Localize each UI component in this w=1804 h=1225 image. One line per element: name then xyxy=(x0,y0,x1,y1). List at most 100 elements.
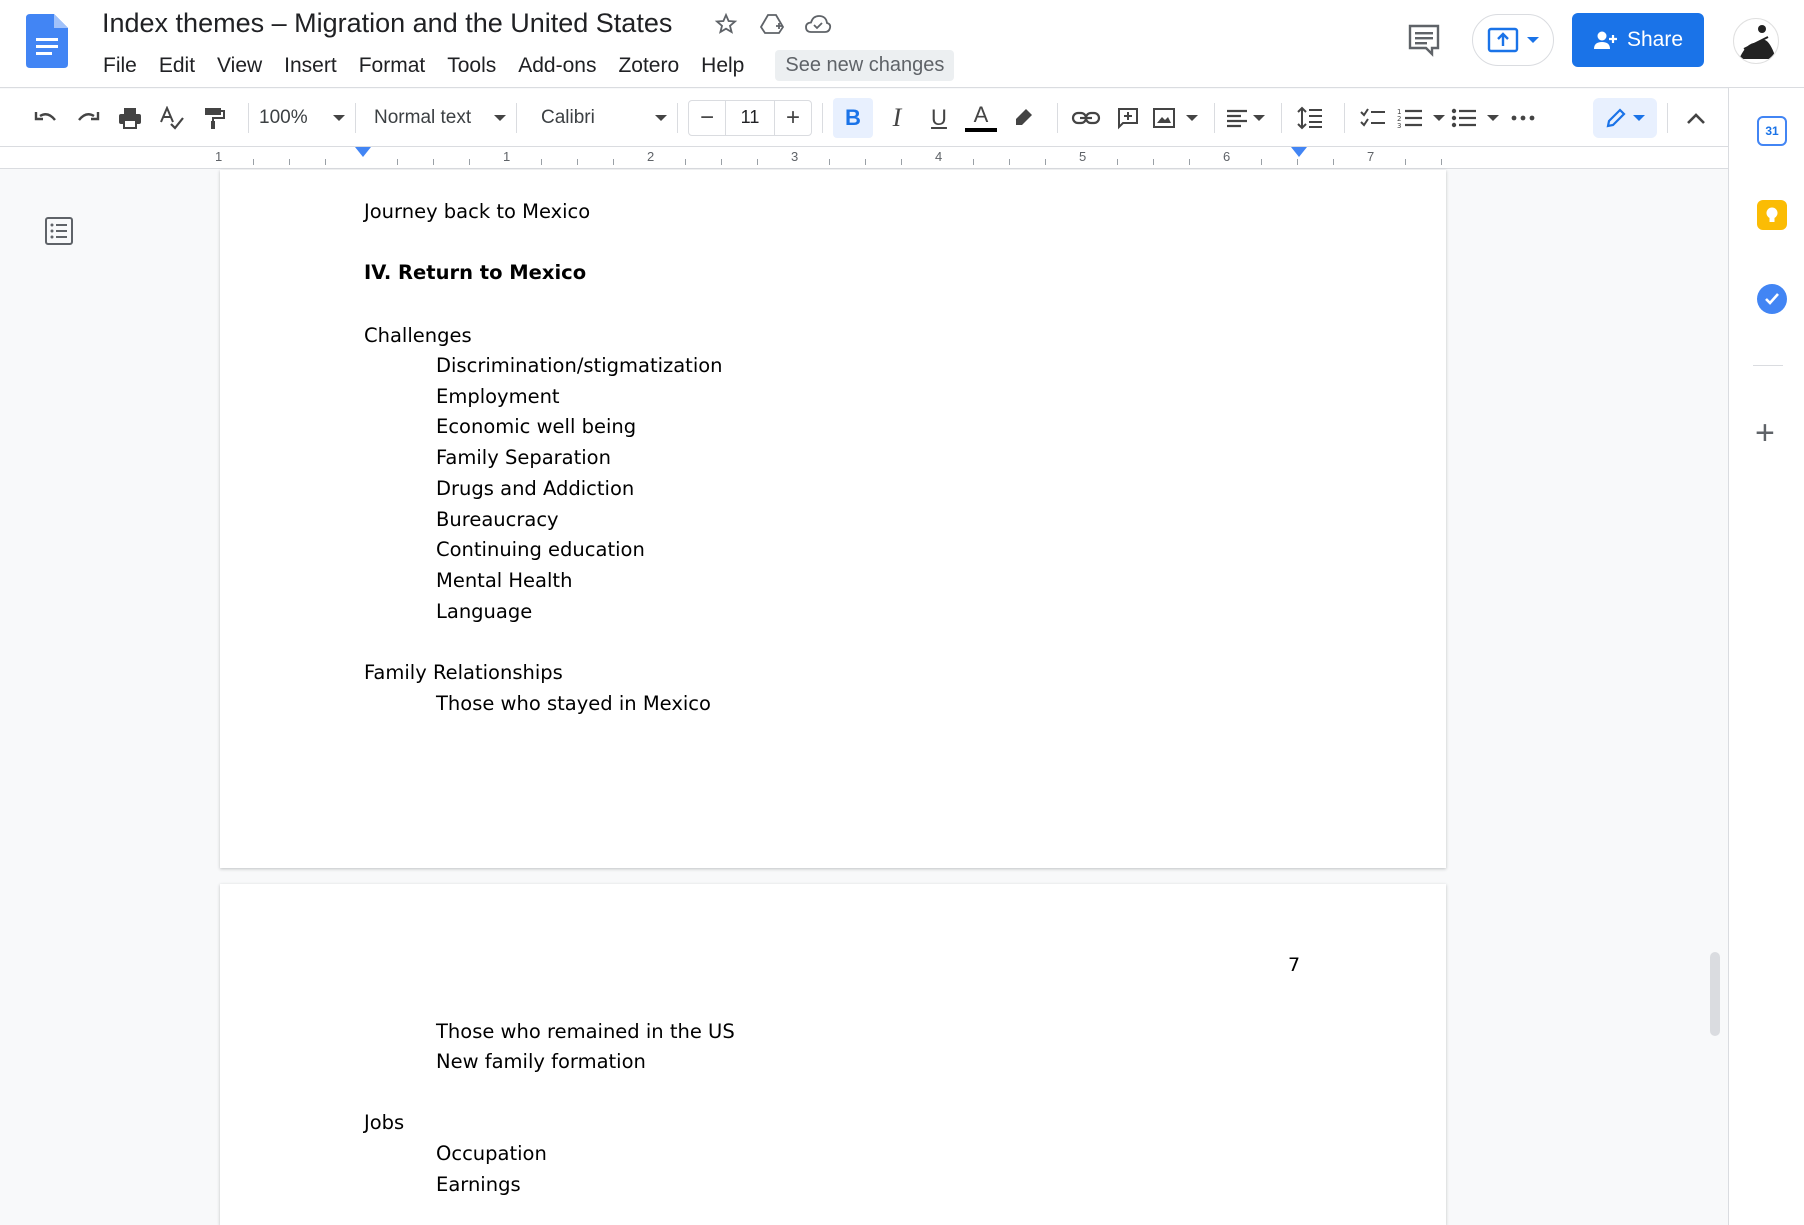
text-line[interactable]: Family Relationships xyxy=(364,661,563,684)
toolbar-divider xyxy=(248,102,249,133)
list-item[interactable]: Those who stayed in Mexico xyxy=(436,692,711,715)
docs-logo-icon[interactable] xyxy=(26,14,68,68)
document-title[interactable]: Index themes – Migration and the United … xyxy=(102,8,672,39)
ruler[interactable]: 1 1 2 3 4 5 6 7 xyxy=(0,147,1728,169)
toolbar-divider xyxy=(516,102,517,133)
calendar-icon[interactable]: 31 xyxy=(1757,116,1787,146)
add-comment-icon[interactable] xyxy=(1110,98,1146,138)
left-indent-marker[interactable] xyxy=(355,147,371,157)
bold-button[interactable]: B xyxy=(833,97,873,138)
text-color-button[interactable]: A xyxy=(963,98,999,138)
text-line[interactable]: Jobs xyxy=(364,1111,404,1134)
editing-mode-button[interactable] xyxy=(1593,97,1657,138)
present-button[interactable] xyxy=(1472,14,1554,66)
ruler-label: 4 xyxy=(935,149,943,164)
menu-view[interactable]: View xyxy=(206,52,273,80)
toolbar-divider xyxy=(822,102,823,133)
chevron-down-icon xyxy=(1527,37,1539,43)
font-family-select[interactable]: Calibri xyxy=(527,107,667,129)
ruler-label: 3 xyxy=(791,149,799,164)
list-item[interactable]: Drugs and Addiction xyxy=(436,477,634,500)
list-item[interactable]: Mental Health xyxy=(436,569,572,592)
align-left-icon[interactable] xyxy=(1225,98,1265,138)
zoom-select[interactable]: 100% xyxy=(259,107,345,129)
menu-bar: File Edit View Insert Format Tools Add-o… xyxy=(92,50,955,81)
collapse-menus-icon[interactable] xyxy=(1678,98,1714,138)
menu-help[interactable]: Help xyxy=(690,52,755,80)
list-item[interactable]: Earnings xyxy=(436,1173,521,1196)
chevron-down-icon xyxy=(1186,114,1198,121)
toolbar-divider xyxy=(1344,102,1345,133)
cloud-saved-icon[interactable] xyxy=(804,10,832,38)
ruler-label: 7 xyxy=(1367,149,1375,164)
paint-format-icon[interactable] xyxy=(196,98,232,138)
chevron-down-icon xyxy=(494,114,506,121)
document-outline-icon[interactable] xyxy=(44,216,74,246)
share-button[interactable]: Share xyxy=(1572,13,1704,67)
document-page[interactable]: Journey back to Mexico IV. Return to Mex… xyxy=(220,170,1446,868)
list-item[interactable]: New family formation xyxy=(436,1050,646,1073)
list-item[interactable]: Family Separation xyxy=(436,446,611,469)
ruler-label: 1 xyxy=(215,149,223,164)
list-item[interactable]: Employment xyxy=(436,385,560,408)
decrease-font-size-button[interactable]: − xyxy=(689,101,725,135)
toolbar-divider xyxy=(355,102,356,133)
text-line[interactable]: Journey back to Mexico xyxy=(364,200,590,223)
keep-icon[interactable] xyxy=(1757,200,1787,230)
italic-button[interactable]: I xyxy=(879,98,915,138)
vertical-scrollbar[interactable] xyxy=(1710,952,1720,1036)
insert-image-icon[interactable] xyxy=(1152,98,1198,138)
person-add-icon xyxy=(1593,31,1617,49)
list-item[interactable]: Those who remained in the US xyxy=(436,1020,735,1043)
undo-icon[interactable] xyxy=(28,98,64,138)
list-item[interactable]: Bureaucracy xyxy=(436,508,559,531)
star-icon[interactable] xyxy=(712,10,740,38)
redo-icon[interactable] xyxy=(70,98,106,138)
tasks-icon[interactable] xyxy=(1757,284,1787,314)
move-to-drive-icon[interactable] xyxy=(758,10,786,38)
menu-tools[interactable]: Tools xyxy=(436,52,507,80)
checklist-icon[interactable] xyxy=(1355,98,1391,138)
menu-insert[interactable]: Insert xyxy=(273,52,348,80)
comments-icon[interactable] xyxy=(1404,20,1444,60)
line-spacing-icon[interactable] xyxy=(1292,98,1328,138)
top-bar: Index themes – Migration and the United … xyxy=(0,0,1804,88)
menu-zotero[interactable]: Zotero xyxy=(607,52,690,80)
text-color-swatch xyxy=(965,127,997,132)
avatar[interactable] xyxy=(1733,18,1779,64)
menu-add-ons[interactable]: Add-ons xyxy=(507,52,607,80)
toolbar-divider xyxy=(1281,102,1282,133)
list-item[interactable]: Discrimination/stigmatization xyxy=(436,354,723,377)
see-new-changes-button[interactable]: See new changes xyxy=(775,50,955,81)
section-heading[interactable]: IV. Return to Mexico xyxy=(364,261,586,284)
right-indent-marker[interactable] xyxy=(1291,147,1307,157)
highlight-color-icon[interactable] xyxy=(1005,98,1041,138)
svg-text:3: 3 xyxy=(1397,122,1401,129)
chevron-down-icon xyxy=(655,114,667,121)
text-line[interactable]: Challenges xyxy=(364,324,472,347)
formatting-toolbar: 100% Normal text Calibri − 11 + B I U A xyxy=(0,89,1728,147)
chevron-down-icon xyxy=(1633,114,1645,121)
add-addon-icon[interactable]: + xyxy=(1755,414,1775,453)
increase-font-size-button[interactable]: + xyxy=(775,101,811,135)
menu-format[interactable]: Format xyxy=(348,52,437,80)
insert-link-icon[interactable] xyxy=(1068,98,1104,138)
font-size-input[interactable]: 11 xyxy=(725,100,775,135)
list-item[interactable]: Continuing education xyxy=(436,538,645,561)
document-page[interactable]: 7 Those who remained in the US New famil… xyxy=(220,884,1446,1225)
bulleted-list-icon[interactable] xyxy=(1451,98,1499,138)
numbered-list-icon[interactable]: 123 xyxy=(1397,98,1445,138)
list-item[interactable]: Language xyxy=(436,600,532,623)
pencil-icon xyxy=(1606,107,1626,127)
toolbar-divider xyxy=(1214,102,1215,133)
menu-edit[interactable]: Edit xyxy=(148,52,206,80)
more-options-icon[interactable] xyxy=(1505,98,1541,138)
zoom-value: 100% xyxy=(259,106,308,128)
underline-button[interactable]: U xyxy=(921,98,957,138)
list-item[interactable]: Occupation xyxy=(436,1142,547,1165)
menu-file[interactable]: File xyxy=(92,52,148,80)
paragraph-style-select[interactable]: Normal text xyxy=(366,107,506,129)
print-icon[interactable] xyxy=(112,98,148,138)
spellcheck-icon[interactable] xyxy=(154,98,190,138)
list-item[interactable]: Economic well being xyxy=(436,415,636,438)
